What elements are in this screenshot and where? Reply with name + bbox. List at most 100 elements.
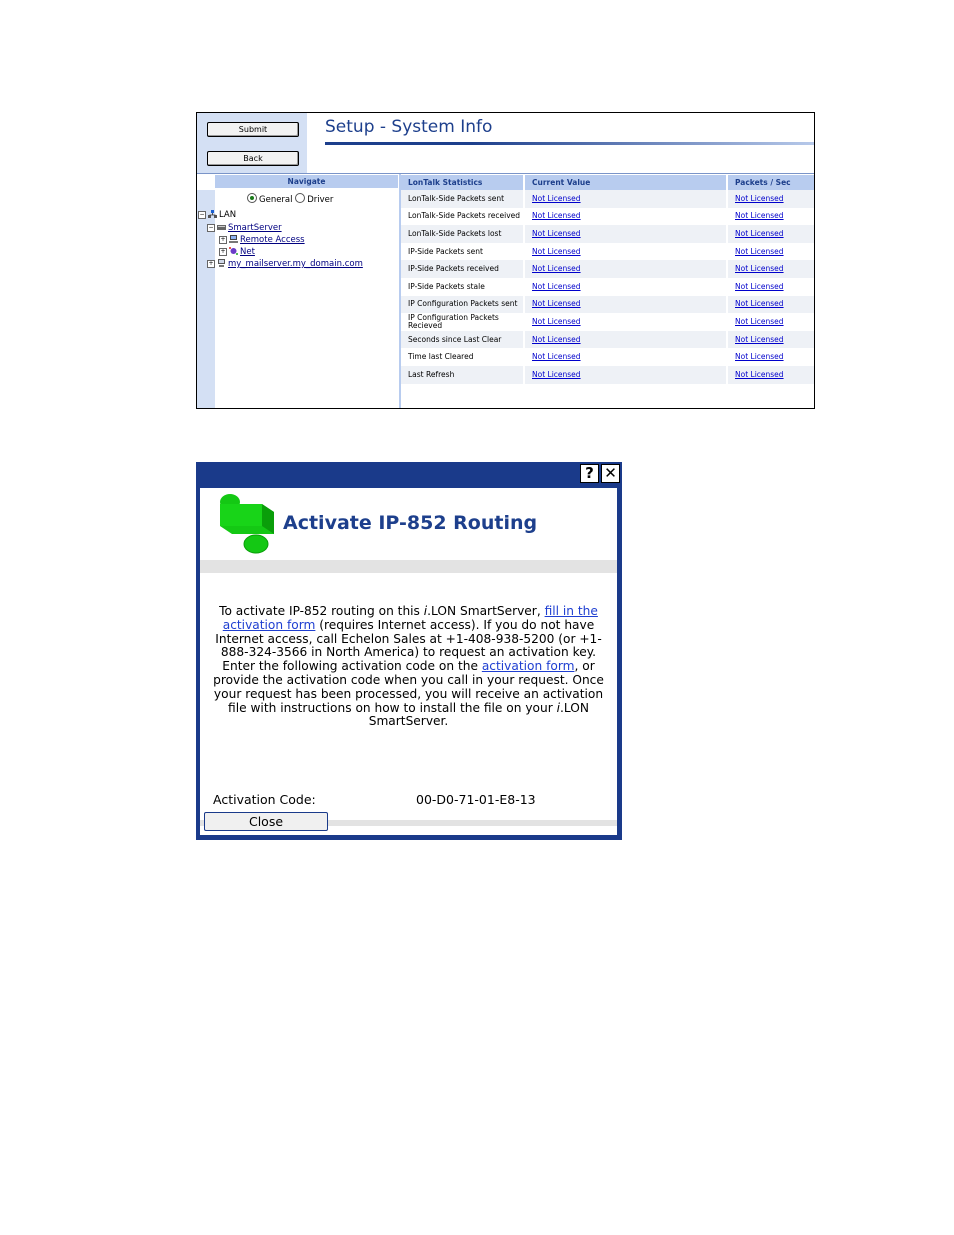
tree-link-mailserver[interactable]: my_mailserver.my_domain.com bbox=[228, 259, 363, 269]
stat-name: LonTalk-Side Packets received bbox=[401, 207, 525, 226]
tree-link-remote-access[interactable]: Remote Access bbox=[240, 235, 305, 245]
back-button[interactable]: Back bbox=[207, 151, 299, 166]
activate-routing-dialog: ? ✕ Activate IP-852 Routing To activate … bbox=[196, 462, 622, 840]
tree-link-smartserver[interactable]: SmartServer bbox=[228, 223, 282, 233]
title-underline bbox=[325, 142, 814, 145]
packets-per-sec-cell: Not Licensed bbox=[727, 365, 814, 384]
packets-per-sec-link[interactable]: Not Licensed bbox=[735, 370, 784, 379]
remote-access-icon bbox=[229, 235, 238, 243]
current-value-cell: Not Licensed bbox=[524, 242, 728, 261]
column-header-statistic: LonTalk Statistics bbox=[401, 175, 525, 190]
navigate-mode-radios: General Driver bbox=[247, 193, 333, 205]
table-row: Time last Cleared Not Licensed Not Licen… bbox=[401, 348, 814, 366]
table-row: IP-Side Packets sent Not Licensed Not Li… bbox=[401, 242, 814, 261]
current-value-link[interactable]: Not Licensed bbox=[532, 352, 581, 361]
page-title: Setup - System Info bbox=[325, 117, 493, 137]
current-value-link[interactable]: Not Licensed bbox=[532, 299, 581, 308]
current-value-link[interactable]: Not Licensed bbox=[532, 229, 581, 238]
stat-name: LonTalk-Side Packets sent bbox=[401, 190, 525, 208]
expand-icon[interactable]: + bbox=[219, 248, 227, 256]
packets-per-sec-link[interactable]: Not Licensed bbox=[735, 352, 784, 361]
tree-link-net[interactable]: Net bbox=[240, 247, 255, 257]
packets-per-sec-link[interactable]: Not Licensed bbox=[735, 247, 784, 256]
activation-instructions: To activate IP-852 routing on this i.LON… bbox=[210, 604, 607, 729]
current-value-link[interactable]: Not Licensed bbox=[532, 247, 581, 256]
stat-name: LonTalk-Side Packets lost bbox=[401, 225, 525, 243]
packets-per-sec-cell: Not Licensed bbox=[727, 243, 814, 261]
current-value-cell: Not Licensed bbox=[524, 207, 728, 226]
stat-name: Seconds since Last Clear bbox=[401, 330, 525, 349]
resize-grip-icon[interactable] bbox=[614, 832, 622, 840]
stat-name: Last Refresh bbox=[401, 365, 525, 384]
current-value-link[interactable]: Not Licensed bbox=[532, 335, 581, 344]
current-value-link[interactable]: Not Licensed bbox=[532, 194, 581, 203]
radio-general[interactable] bbox=[247, 193, 257, 203]
packets-per-sec-link[interactable]: Not Licensed bbox=[735, 229, 784, 238]
packets-per-sec-link[interactable]: Not Licensed bbox=[735, 299, 784, 308]
table-header-row: LonTalk Statistics Current Value Packets… bbox=[401, 175, 814, 190]
current-value-link[interactable]: Not Licensed bbox=[532, 317, 581, 326]
packets-per-sec-cell: Not Licensed bbox=[727, 225, 814, 243]
table-row: IP-Side Packets received Not Licensed No… bbox=[401, 260, 814, 278]
expand-icon[interactable]: + bbox=[207, 260, 215, 268]
help-button[interactable]: ? bbox=[580, 464, 599, 483]
activation-form-link[interactable]: activation form bbox=[482, 659, 575, 673]
instructions-text: .LON SmartServer, bbox=[427, 604, 545, 618]
server-icon bbox=[217, 225, 226, 230]
tree-item-lan[interactable]: − LAN bbox=[198, 210, 236, 220]
radio-driver[interactable] bbox=[295, 193, 306, 203]
packets-per-sec-cell: Not Licensed bbox=[727, 330, 814, 349]
net-icon bbox=[229, 247, 238, 255]
current-value-cell: Not Licensed bbox=[524, 313, 728, 331]
collapse-icon[interactable]: − bbox=[198, 211, 206, 219]
table-row: Last Refresh Not Licensed Not Licensed bbox=[401, 365, 814, 384]
collapse-icon[interactable]: − bbox=[207, 224, 215, 232]
packets-per-sec-cell: Not Licensed bbox=[727, 278, 814, 296]
tree-item-net[interactable]: + Net bbox=[219, 247, 255, 257]
stat-name: IP Configuration Packets Recieved bbox=[401, 313, 525, 331]
echelon-logo-icon bbox=[220, 494, 274, 554]
activation-code-label: Activation Code: bbox=[213, 792, 316, 807]
current-value-cell: Not Licensed bbox=[524, 260, 728, 278]
table-row: IP-Side Packets stale Not Licensed Not L… bbox=[401, 277, 814, 296]
packets-per-sec-cell: Not Licensed bbox=[727, 260, 814, 278]
column-header-packets-per-sec: Packets / Sec bbox=[727, 175, 814, 190]
table-row: IP Configuration Packets Recieved Not Li… bbox=[401, 313, 814, 331]
packets-per-sec-cell: Not Licensed bbox=[727, 295, 814, 314]
current-value-link[interactable]: Not Licensed bbox=[532, 264, 581, 273]
close-x-button[interactable]: ✕ bbox=[601, 464, 620, 483]
stat-name: IP-Side Packets stale bbox=[401, 277, 525, 296]
packets-per-sec-link[interactable]: Not Licensed bbox=[735, 264, 784, 273]
current-value-cell: Not Licensed bbox=[524, 277, 728, 296]
button-panel: Submit Back bbox=[197, 113, 307, 173]
current-value-link[interactable]: Not Licensed bbox=[532, 370, 581, 379]
packets-per-sec-link[interactable]: Not Licensed bbox=[735, 211, 784, 220]
stat-name: Time last Cleared bbox=[401, 348, 525, 366]
system-info-screenshot: Submit Back Setup - System Info Navigate… bbox=[196, 112, 815, 409]
heading-separator bbox=[200, 560, 617, 573]
current-value-cell: Not Licensed bbox=[524, 295, 728, 314]
stat-name: IP-Side Packets received bbox=[401, 260, 525, 278]
close-button[interactable]: Close bbox=[204, 812, 328, 831]
table-row: LonTalk-Side Packets received Not Licens… bbox=[401, 207, 814, 226]
packets-per-sec-cell: Not Licensed bbox=[727, 208, 814, 226]
current-value-link[interactable]: Not Licensed bbox=[532, 282, 581, 291]
packets-per-sec-link[interactable]: Not Licensed bbox=[735, 317, 784, 326]
tree-item-remote-access[interactable]: + Remote Access bbox=[219, 235, 305, 245]
stat-name: IP-Side Packets sent bbox=[401, 242, 525, 261]
dialog-heading: Activate IP-852 Routing bbox=[283, 512, 538, 534]
submit-button[interactable]: Submit bbox=[207, 122, 299, 137]
tree-item-smartserver[interactable]: − SmartServer bbox=[207, 223, 282, 233]
column-header-current-value: Current Value bbox=[524, 175, 728, 190]
packets-per-sec-link[interactable]: Not Licensed bbox=[735, 282, 784, 291]
packets-per-sec-cell: Not Licensed bbox=[727, 313, 814, 331]
tree-item-mailserver[interactable]: + my_mailserver.my_domain.com bbox=[207, 259, 363, 269]
current-value-cell: Not Licensed bbox=[524, 365, 728, 384]
tree-label-lan: LAN bbox=[219, 210, 237, 220]
expand-icon[interactable]: + bbox=[219, 236, 227, 244]
radio-general-label: General bbox=[259, 195, 293, 205]
packets-per-sec-link[interactable]: Not Licensed bbox=[735, 335, 784, 344]
current-value-link[interactable]: Not Licensed bbox=[532, 211, 581, 220]
current-value-cell: Not Licensed bbox=[524, 190, 728, 208]
packets-per-sec-link[interactable]: Not Licensed bbox=[735, 194, 784, 203]
